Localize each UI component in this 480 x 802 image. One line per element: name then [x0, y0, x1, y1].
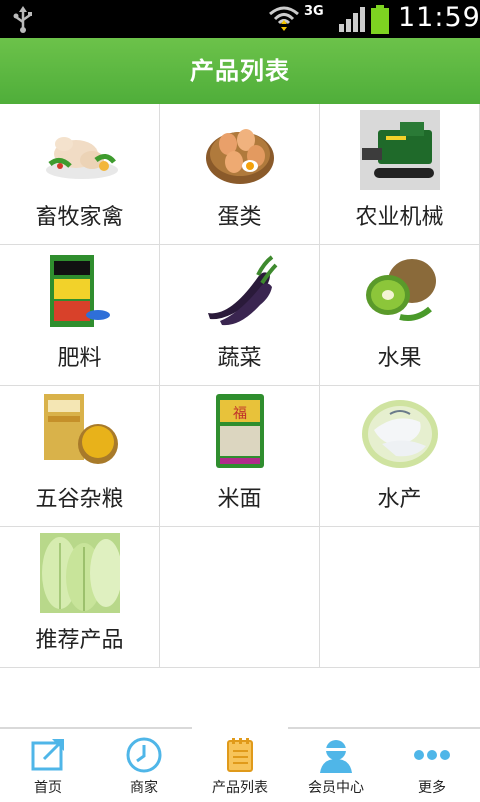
- harvester-image: [360, 110, 440, 190]
- page-title: 产品列表: [190, 57, 290, 85]
- category-label: 米面: [217, 487, 262, 512]
- millet-image: [44, 394, 118, 464]
- category-eggs[interactable]: 蛋类: [160, 104, 320, 245]
- empty-cell: [320, 527, 480, 668]
- category-label: 蛋类: [217, 205, 262, 230]
- category-grains[interactable]: 五谷杂粮: [0, 386, 160, 527]
- cabbage-image: [40, 533, 120, 613]
- nav-label: 更多: [418, 780, 446, 796]
- battery-icon: [371, 5, 389, 34]
- category-seafood[interactable]: 水产: [320, 386, 480, 527]
- category-label: 蔬菜: [217, 346, 262, 371]
- kiwi-image: [366, 259, 436, 321]
- member-icon: [320, 740, 352, 773]
- fish-image: [362, 400, 438, 468]
- nav-label: 会员中心: [308, 780, 364, 796]
- category-machinery[interactable]: 农业机械: [320, 104, 480, 245]
- list-notebook-icon: [227, 738, 253, 772]
- nav-label: 商家: [130, 780, 158, 796]
- home-share-icon: [31, 739, 64, 771]
- category-vegetables[interactable]: 蔬菜: [160, 245, 320, 386]
- network-type: 3G: [304, 4, 324, 19]
- poultry-image: [46, 137, 118, 179]
- nav-label: 产品列表: [212, 780, 268, 796]
- nav-merchants[interactable]: 商家: [96, 729, 192, 802]
- category-label: 肥料: [57, 346, 102, 371]
- category-label: 水果: [377, 346, 422, 371]
- svg-text:福: 福: [233, 406, 247, 422]
- signal-icon: [339, 7, 365, 32]
- status-bar: 3G 11:59: [0, 0, 480, 38]
- bottom-navigation: 首页 商家 产品列表 会员中心 更多: [0, 727, 480, 802]
- category-poultry[interactable]: 畜牧家禽: [0, 104, 160, 245]
- eggplant-image: [208, 255, 278, 326]
- category-label: 水产: [377, 487, 422, 512]
- nav-member-center[interactable]: 会员中心: [288, 729, 384, 802]
- category-label: 畜牧家禽: [35, 205, 124, 230]
- usb-icon: [13, 6, 32, 33]
- rice-bag-image: 福: [216, 394, 264, 468]
- nav-label: 首页: [34, 780, 62, 796]
- category-rice-flour[interactable]: 福 米面: [160, 386, 320, 527]
- nav-product-list[interactable]: 产品列表: [192, 729, 288, 802]
- more-dots-icon: [414, 750, 450, 760]
- category-fertilizer[interactable]: 肥料: [0, 245, 160, 386]
- category-fruit[interactable]: 水果: [320, 245, 480, 386]
- fertilizer-image: [50, 255, 110, 327]
- wifi-icon: [269, 6, 299, 31]
- title-bar: 产品列表: [0, 38, 480, 104]
- category-label: 农业机械: [355, 205, 444, 230]
- empty-cell: [160, 527, 320, 668]
- category-recommended[interactable]: 推荐产品: [0, 527, 160, 668]
- eggs-image: [206, 129, 274, 184]
- clock: 11:59: [398, 2, 480, 33]
- category-label: 五谷杂粮: [35, 487, 124, 512]
- nav-home[interactable]: 首页: [0, 729, 96, 802]
- category-label: 推荐产品: [35, 628, 124, 653]
- clock-icon: [126, 737, 162, 773]
- nav-more[interactable]: 更多: [384, 729, 480, 802]
